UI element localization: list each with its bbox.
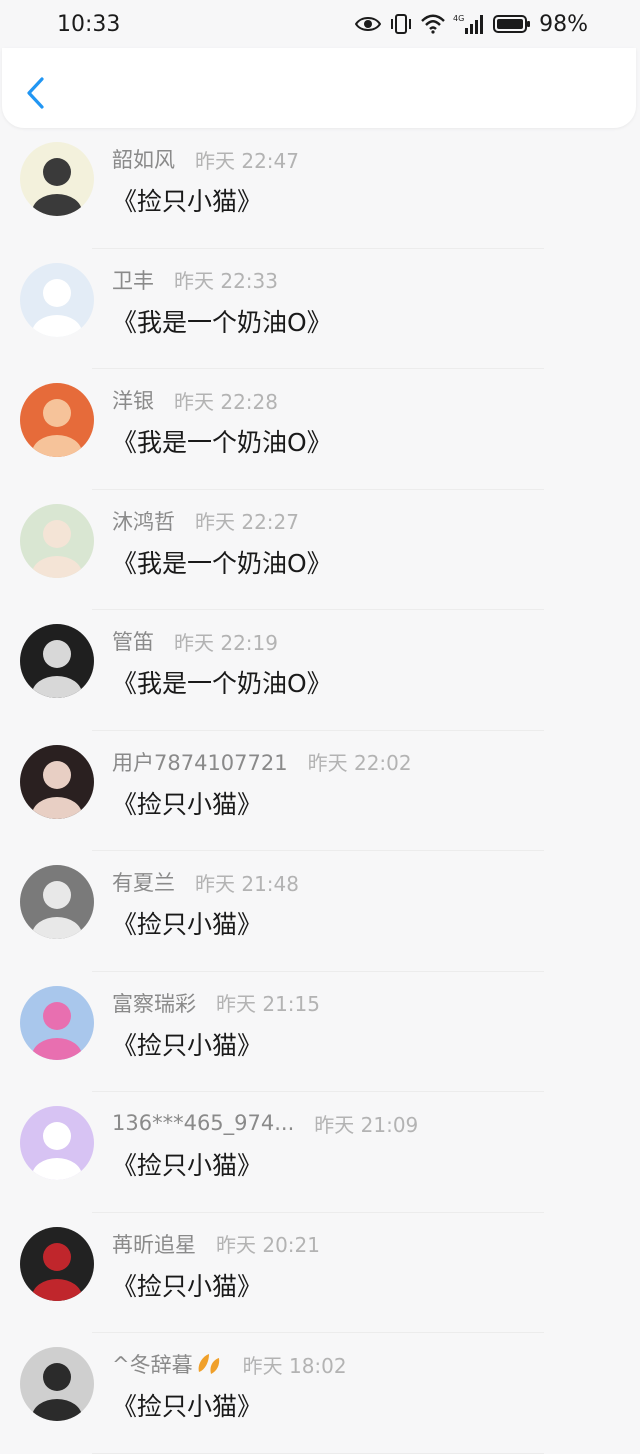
item-title[interactable]: 《捡只小猫》: [112, 1026, 262, 1062]
wifi-icon: [421, 14, 445, 34]
battery-percent: 98%: [539, 11, 588, 37]
username[interactable]: 管笛: [112, 626, 154, 656]
timestamp: 昨天 20:21: [216, 1233, 320, 1257]
cellular-signal-icon: 4G: [453, 14, 484, 34]
item-meta: 有夏兰 昨天 21:48: [112, 867, 299, 897]
eye-icon: [355, 17, 382, 31]
list-item[interactable]: 沐鸿哲 昨天 22:27 《我是一个奶油O》: [0, 490, 640, 610]
avatar[interactable]: [20, 383, 94, 457]
username[interactable]: 韶如风: [112, 144, 175, 174]
item-title[interactable]: 《我是一个奶油O》: [112, 423, 332, 459]
divider: [92, 1452, 544, 1454]
item-meta: 卫丰 昨天 22:33: [112, 265, 278, 295]
username[interactable]: 富察瑞彩: [112, 988, 196, 1018]
comment-list: 韶如风 昨天 22:47 《捡只小猫》 卫丰 昨天 22:33 《我是一个奶油O…: [0, 128, 640, 1454]
list-item[interactable]: 苒昕追星 昨天 20:21 《捡只小猫》: [0, 1213, 640, 1333]
list-item[interactable]: 有夏兰 昨天 21:48 《捡只小猫》: [0, 851, 640, 972]
list-item[interactable]: 136***465_974... 昨天 21:09 《捡只小猫》: [0, 1092, 640, 1213]
username[interactable]: 136***465_974...: [112, 1111, 294, 1135]
username[interactable]: 洋银: [112, 385, 154, 415]
item-meta: 富察瑞彩 昨天 21:15: [112, 988, 320, 1018]
item-meta: 用户7874107721 昨天 22:02: [112, 747, 412, 777]
item-title[interactable]: 《我是一个奶油O》: [112, 544, 332, 580]
status-icons: 4G 98%: [355, 12, 588, 37]
item-title[interactable]: 《捡只小猫》: [112, 1146, 262, 1182]
avatar[interactable]: [20, 985, 94, 1060]
item-meta: 韶如风 昨天 22:47: [112, 144, 299, 174]
timestamp: 昨天 21:15: [216, 992, 320, 1016]
avatar[interactable]: [20, 865, 94, 939]
username[interactable]: 卫丰: [112, 265, 154, 295]
battery-icon: [493, 15, 531, 33]
list-item[interactable]: 用户7874107721 昨天 22:02 《捡只小猫》: [0, 731, 640, 851]
timestamp: 昨天 22:19: [174, 630, 278, 655]
username[interactable]: 苒昕追星: [112, 1229, 196, 1259]
timestamp: 昨天 22:02: [307, 751, 412, 775]
item-meta: 洋银 昨天 22:28: [112, 385, 278, 415]
chevron-left-icon[interactable]: [24, 76, 48, 110]
list-item[interactable]: 富察瑞彩 昨天 21:15 《捡只小猫》: [0, 972, 640, 1092]
item-title[interactable]: 《我是一个奶油O》: [112, 664, 332, 700]
list-item[interactable]: ^冬辞暮 昨天 18:02 《捡只小猫》: [0, 1333, 640, 1454]
item-title[interactable]: 《捡只小猫》: [112, 1267, 262, 1303]
avatar[interactable]: [20, 262, 94, 337]
item-title[interactable]: 《捡只小猫》: [112, 785, 262, 821]
avatar[interactable]: [20, 503, 94, 578]
timestamp: 昨天 18:02: [242, 1353, 347, 1378]
item-title[interactable]: 《捡只小猫》: [112, 1387, 262, 1423]
username[interactable]: 用户7874107721: [112, 747, 288, 777]
status-time: 10:33: [57, 11, 121, 37]
network-type: 4G: [453, 14, 464, 23]
list-item[interactable]: 卫丰 昨天 22:33 《我是一个奶油O》: [0, 249, 640, 369]
username[interactable]: 沐鸿哲: [112, 506, 175, 536]
vibrate-icon: [391, 14, 412, 34]
list-item[interactable]: 韶如风 昨天 22:47 《捡只小猫》: [0, 128, 640, 249]
list-item[interactable]: 洋银 昨天 22:28 《我是一个奶油O》: [0, 369, 640, 490]
avatar[interactable]: [20, 744, 94, 819]
item-title[interactable]: 《捡只小猫》: [112, 905, 262, 941]
avatar[interactable]: [20, 1106, 94, 1180]
list-item[interactable]: 管笛 昨天 22:19 《我是一个奶油O》: [0, 610, 640, 731]
nav-bar: [2, 48, 636, 128]
timestamp: 昨天 21:48: [195, 871, 299, 896]
timestamp: 昨天 22:47: [195, 148, 299, 173]
item-title[interactable]: 《捡只小猫》: [112, 182, 262, 218]
timestamp: 昨天 22:27: [195, 510, 299, 534]
item-meta: ^冬辞暮 昨天 18:02: [112, 1349, 347, 1379]
item-meta: 苒昕追星 昨天 20:21: [112, 1229, 320, 1259]
avatar[interactable]: [20, 1226, 94, 1301]
timestamp: 昨天 21:09: [314, 1112, 419, 1137]
timestamp: 昨天 22:28: [174, 389, 278, 414]
username[interactable]: ^冬辞暮: [112, 1349, 193, 1379]
status-bar: 10:33 4G 98%: [0, 0, 640, 48]
item-meta: 136***465_974... 昨天 21:09: [112, 1108, 418, 1138]
avatar[interactable]: [20, 1347, 94, 1421]
avatar[interactable]: [20, 624, 94, 698]
timestamp: 昨天 22:33: [174, 269, 278, 293]
autumn-leaves-icon: [195, 1352, 223, 1376]
username[interactable]: 有夏兰: [112, 867, 175, 897]
item-meta: 管笛 昨天 22:19: [112, 626, 278, 656]
item-title[interactable]: 《我是一个奶油O》: [112, 303, 332, 339]
item-meta: 沐鸿哲 昨天 22:27: [112, 506, 299, 536]
avatar[interactable]: [20, 142, 94, 216]
